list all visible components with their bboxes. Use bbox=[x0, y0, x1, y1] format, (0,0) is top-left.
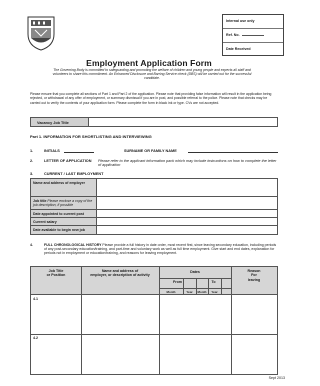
section-2-number: 2. bbox=[30, 159, 34, 163]
job-title-label: Job title Please enclose a copy of the j… bbox=[31, 197, 97, 209]
footer-date: Sept 2013 bbox=[268, 376, 285, 380]
chronological-history-table: Job Title or Position Name and address o… bbox=[30, 266, 278, 375]
col-dates: Dates bbox=[190, 270, 200, 274]
col-employer: Name and address of employer, or descrip… bbox=[90, 269, 150, 278]
instructions-paragraph: Please ensure that you complete all sect… bbox=[30, 92, 272, 105]
internal-use-box: Internal use only Ref. No. Date Received bbox=[222, 14, 284, 56]
col-to-month: Month bbox=[197, 289, 207, 294]
part1-heading: Part 1. INFORMATION FOR SHORTLISTING AND… bbox=[30, 134, 152, 139]
date-available-row: Date available to begin new job bbox=[31, 226, 277, 234]
history-row-4-2: 4.2 bbox=[33, 336, 38, 340]
col-from-month: Month bbox=[166, 289, 176, 294]
vacancy-job-title-label: Vacancy Job Title bbox=[31, 118, 89, 126]
date-available-input[interactable] bbox=[97, 226, 277, 234]
date-available-label: Date available to begin new job bbox=[31, 226, 97, 234]
section-3-number: 3. bbox=[30, 172, 34, 176]
current-employment-table: Name and address of employer Job title P… bbox=[30, 178, 278, 235]
chronological-history-text: FULL CHRONOLOGICAL HISTORY Please provid… bbox=[44, 243, 277, 256]
col-from: From bbox=[173, 280, 182, 284]
current-employment-label: CURRENT / LAST EMPLOYMENT bbox=[44, 172, 104, 176]
date-appointed-row: Date appointed to current post bbox=[31, 210, 277, 218]
employer-label: Name and address of employer bbox=[31, 179, 97, 196]
col-to: To bbox=[211, 280, 216, 284]
col-to-year: Year bbox=[211, 289, 218, 294]
col-reason: Reason For leaving bbox=[247, 269, 261, 282]
employer-row: Name and address of employer bbox=[31, 179, 277, 197]
job-title-input[interactable] bbox=[97, 197, 277, 209]
col-job-title: Job Title or Position bbox=[46, 269, 66, 278]
school-crest-logo bbox=[27, 16, 55, 51]
surname-input[interactable] bbox=[188, 152, 278, 153]
date-appointed-label: Date appointed to current post bbox=[31, 210, 97, 217]
letter-of-application-label: LETTER OF APPLICATION bbox=[44, 159, 92, 163]
initials-label: INITIALS bbox=[44, 149, 60, 153]
current-salary-label: Current salary bbox=[31, 218, 97, 225]
letter-of-application-note: Please refer to the applicant informatio… bbox=[98, 159, 277, 168]
current-salary-input[interactable] bbox=[97, 218, 277, 225]
employer-input[interactable] bbox=[97, 179, 277, 196]
date-received-field[interactable]: Date Received bbox=[223, 43, 283, 57]
history-row-4-1: 4.1 bbox=[33, 297, 38, 301]
vacancy-job-title-row: Vacancy Job Title bbox=[30, 117, 278, 127]
safeguarding-statement: The Governing Body is committed to safeg… bbox=[52, 68, 252, 81]
date-appointed-input[interactable] bbox=[97, 210, 277, 217]
section-4-number: 4. bbox=[30, 243, 33, 247]
current-salary-row: Current salary bbox=[31, 218, 277, 226]
internal-use-heading: Internal use only bbox=[223, 15, 283, 29]
form-title: Employment Application Form bbox=[86, 58, 212, 68]
col-from-year: Year bbox=[186, 289, 193, 294]
surname-label: SURNAME OR FAMILY NAME bbox=[124, 149, 177, 153]
vacancy-job-title-input[interactable] bbox=[89, 118, 277, 126]
application-form-page: Internal use only Ref. No. Date Received… bbox=[0, 0, 298, 386]
job-title-row: Job title Please enclose a copy of the j… bbox=[31, 197, 277, 210]
section-1-number: 1. bbox=[30, 149, 34, 153]
ref-no-field[interactable]: Ref. No. bbox=[223, 29, 283, 43]
initials-input[interactable] bbox=[64, 152, 94, 153]
